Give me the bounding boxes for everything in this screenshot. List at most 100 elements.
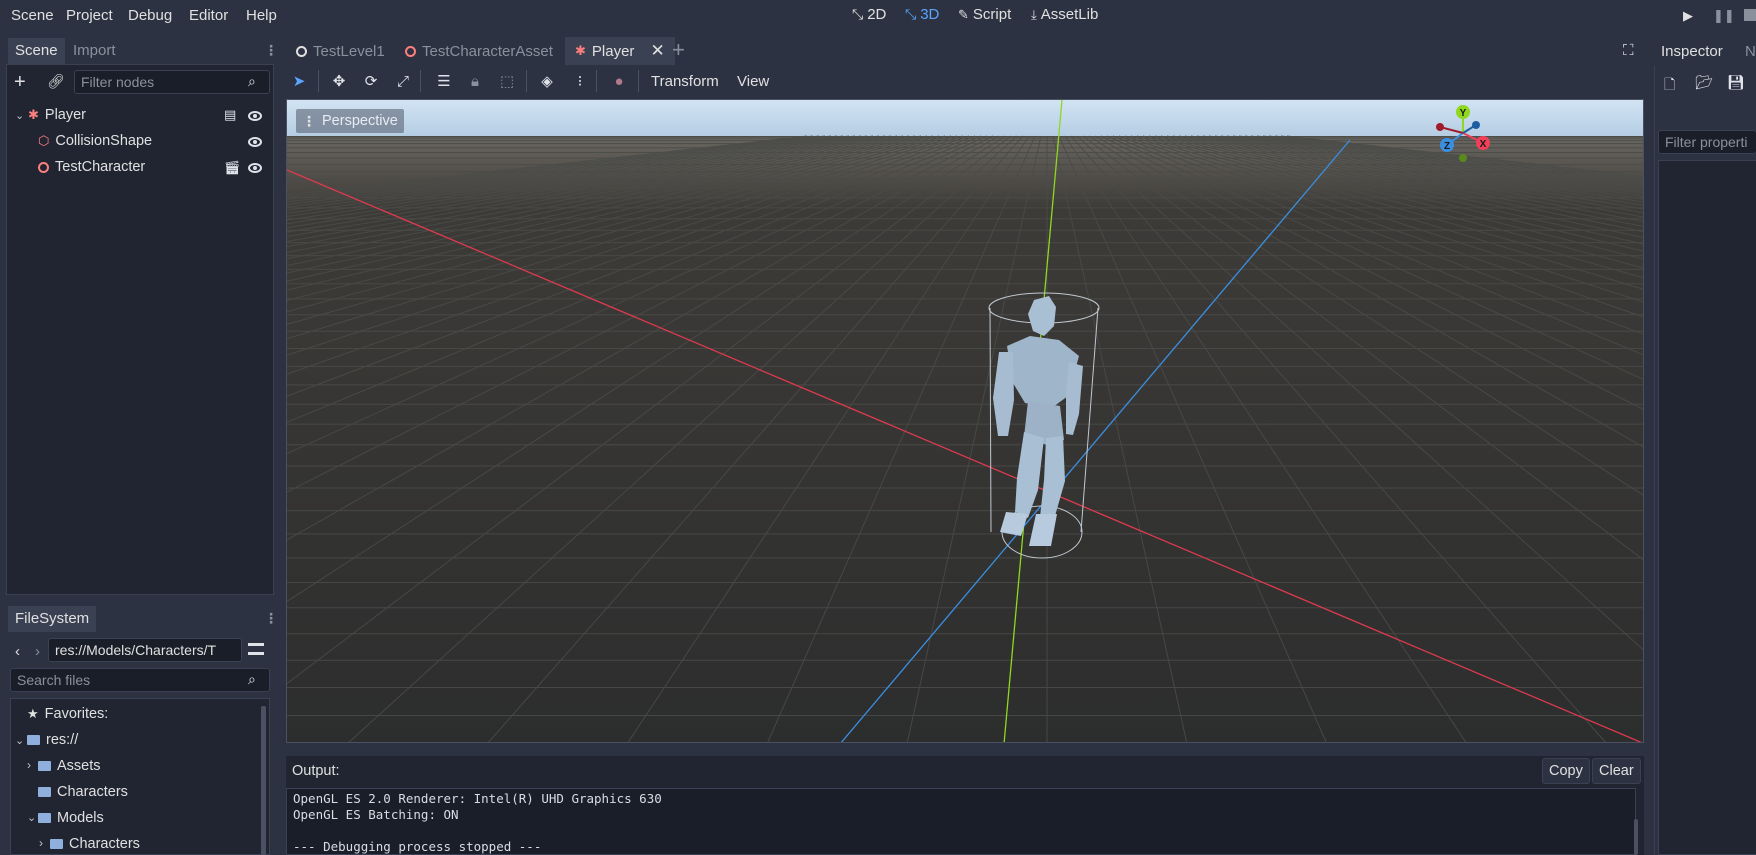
- select-tool-icon[interactable]: ➤: [290, 72, 308, 90]
- chevron-down-icon[interactable]: ⌄: [15, 109, 24, 122]
- transform-menu[interactable]: Transform: [651, 73, 719, 90]
- script-icon: ✎: [958, 6, 969, 22]
- local-space-icon[interactable]: ◈: [538, 72, 556, 90]
- tab-player[interactable]: ✱ Player ✕: [565, 37, 675, 65]
- toolbar-separator: [638, 70, 639, 92]
- tree-item-collisionshape[interactable]: ⬡ CollisionShape: [38, 133, 152, 149]
- group-icon[interactable]: ⬚: [498, 72, 516, 90]
- back-arrow-icon[interactable]: ‹: [15, 643, 20, 660]
- dock-menu-icon[interactable]: ⋮: [264, 610, 278, 627]
- 3d-viewport[interactable]: Y X Z ⋮ Perspective: [286, 99, 1644, 743]
- visibility-eye-icon[interactable]: [248, 111, 262, 121]
- gizmo-neg-x-dot: [1436, 123, 1444, 131]
- filter-nodes-input[interactable]: Filter nodes: [74, 70, 270, 94]
- chevron-down-icon[interactable]: ⌄: [15, 734, 24, 747]
- log-line: OpenGL ES Batching: ON: [293, 807, 459, 822]
- folder-icon: [38, 787, 51, 797]
- layout-toggle-icon[interactable]: [248, 643, 264, 655]
- collision-shape-icon: ⬡: [38, 133, 50, 148]
- folder-characters[interactable]: Characters: [38, 784, 128, 800]
- filter-properties-input[interactable]: Filter properti: [1658, 130, 1756, 154]
- chevron-right-icon[interactable]: ›: [27, 758, 31, 772]
- dock-menu-icon[interactable]: ⋮: [264, 42, 278, 59]
- 3d-icon: ⤡: [905, 6, 917, 22]
- workspace-script-button[interactable]: ✎ Script: [958, 6, 1011, 23]
- menu-help[interactable]: Help: [246, 7, 277, 24]
- menu-project[interactable]: Project: [66, 7, 113, 24]
- log-line: OpenGL ES 2.0 Renderer: Intel(R) UHD Gra…: [293, 791, 662, 806]
- perspective-menu-button[interactable]: ⋮ Perspective: [296, 109, 404, 133]
- inspector-properties: [1658, 160, 1756, 855]
- menu-scene[interactable]: Scene: [11, 7, 54, 24]
- workspace-3d-button[interactable]: ⤡ 3D: [905, 6, 939, 23]
- star-icon: ★: [27, 706, 39, 721]
- rotate-tool-icon[interactable]: ⟳: [362, 72, 380, 90]
- menu-editor[interactable]: Editor: [189, 7, 228, 24]
- scene-instance-icon[interactable]: 🎬︎: [224, 160, 241, 176]
- workspace-assetlib-button[interactable]: ⤓ AssetLib: [1031, 6, 1098, 23]
- script-attached-icon[interactable]: ▤: [224, 107, 236, 123]
- output-title: Output:: [292, 763, 340, 779]
- link-icon[interactable]: 🔗︎: [47, 73, 65, 90]
- log-line: --- Debugging process stopped ---: [293, 839, 542, 854]
- scene-dock-tabs: Scene Import ⋮: [6, 38, 278, 64]
- scrollbar[interactable]: [261, 706, 266, 855]
- open-folder-icon[interactable]: 📂︎: [1695, 74, 1713, 91]
- close-icon[interactable]: ✕: [650, 41, 664, 61]
- tab-filesystem[interactable]: FileSystem: [8, 606, 97, 632]
- spatial-node-icon: [296, 45, 307, 57]
- output-log[interactable]: OpenGL ES 2.0 Renderer: Intel(R) UHD Gra…: [286, 788, 1638, 855]
- folder-assets[interactable]: Assets: [38, 758, 101, 774]
- copy-button[interactable]: Copy: [1542, 758, 1590, 784]
- tree-item-testcharacter[interactable]: TestCharacter: [38, 159, 145, 175]
- viewport-canvas[interactable]: Y X Z: [287, 100, 1644, 743]
- favorites-item[interactable]: ★ Favorites:: [27, 706, 108, 722]
- save-icon[interactable]: 💾︎: [1727, 74, 1745, 91]
- add-node-icon[interactable]: +: [14, 71, 26, 94]
- lock-icon[interactable]: 🔒︎: [466, 72, 484, 90]
- dots-menu-icon: ⋮: [302, 112, 316, 129]
- view-menu[interactable]: View: [737, 73, 769, 90]
- forward-arrow-icon[interactable]: ›: [35, 643, 40, 660]
- 2d-icon: ⤡: [852, 6, 864, 22]
- list-select-icon[interactable]: ☰: [435, 72, 453, 90]
- tab-scene[interactable]: Scene: [8, 38, 65, 64]
- tab-testlevel1[interactable]: TestLevel1: [286, 37, 395, 65]
- tab-testcharacterasset[interactable]: TestCharacterAsset: [395, 37, 563, 65]
- camera-icon[interactable]: ●: [610, 72, 628, 90]
- move-tool-icon[interactable]: ✥: [330, 72, 348, 90]
- pause-icon[interactable]: ❚❚: [1713, 8, 1735, 24]
- chevron-right-icon[interactable]: ›: [39, 836, 43, 850]
- folder-icon: [27, 735, 40, 745]
- viewport-toolbar: [286, 66, 1644, 98]
- gizmo-z-label: Z: [1444, 141, 1450, 152]
- menu-debug[interactable]: Debug: [128, 7, 172, 24]
- tab-inspector[interactable]: Inspector: [1654, 39, 1730, 65]
- tab-node[interactable]: N: [1738, 39, 1756, 65]
- path-input[interactable]: res://Models/Characters/T: [48, 638, 242, 662]
- search-icon: ⌕: [248, 671, 256, 687]
- fullscreen-icon[interactable]: ⛶: [1623, 42, 1634, 59]
- visibility-eye-icon[interactable]: [248, 137, 262, 147]
- scrollbar[interactable]: [1634, 819, 1638, 855]
- visibility-eye-icon[interactable]: [248, 163, 262, 173]
- chevron-down-icon[interactable]: ⌄: [27, 811, 36, 824]
- add-tab-icon[interactable]: +: [672, 37, 685, 63]
- gizmo-neg-y-dot: [1459, 154, 1467, 162]
- play-icon[interactable]: ▶: [1683, 8, 1693, 24]
- tab-import[interactable]: Import: [66, 38, 123, 64]
- folder-models[interactable]: Models: [38, 810, 104, 826]
- gizmo-x-label: X: [1480, 139, 1487, 150]
- folder-models-characters[interactable]: Characters: [50, 836, 140, 852]
- snap-icon[interactable]: ⁝: [571, 72, 589, 90]
- clear-button[interactable]: Clear: [1592, 758, 1641, 784]
- tree-item-player[interactable]: ✱ Player: [28, 107, 86, 123]
- stop-icon[interactable]: [1744, 9, 1756, 21]
- spatial-node-icon: [405, 45, 416, 57]
- player-node-icon: ✱: [28, 107, 39, 122]
- scale-tool-icon[interactable]: ⤢: [394, 72, 412, 90]
- folder-res[interactable]: res://: [27, 732, 78, 748]
- search-files-input[interactable]: Search files: [10, 668, 270, 692]
- new-resource-icon[interactable]: 🗋︎: [1664, 74, 1675, 98]
- workspace-2d-button[interactable]: ⤡ 2D: [852, 6, 886, 23]
